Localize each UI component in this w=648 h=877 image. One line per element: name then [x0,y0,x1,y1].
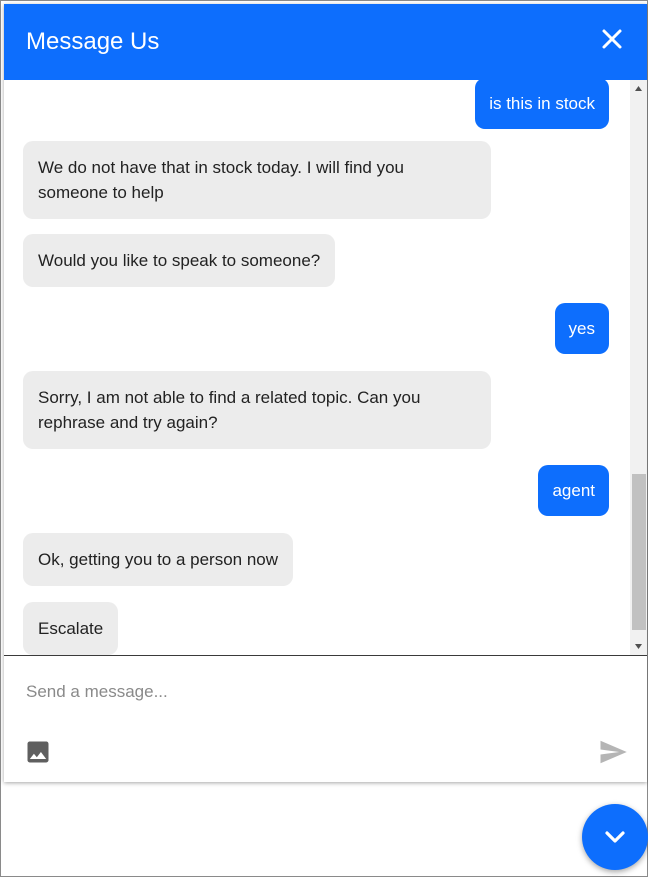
attach-image-button[interactable] [24,738,52,766]
message-input[interactable] [24,676,584,708]
chat-title: Message Us [26,28,160,55]
image-icon [27,741,49,763]
close-button[interactable] [597,24,627,54]
bot-message: Sorry, I am not able to find a related t… [23,371,491,449]
user-message: yes [554,303,609,354]
bot-message: We do not have that in stock today. I wi… [23,141,491,219]
message-composer [4,655,647,782]
send-icon [600,740,627,764]
scroll-down-arrow[interactable] [630,638,647,655]
close-icon [602,29,622,49]
bot-message: Would you like to speak to someone? [23,234,336,287]
bot-message: Ok, getting you to a person now [23,533,294,586]
message-scrollbar[interactable] [630,80,647,655]
bot-message: Escalate [23,602,119,655]
send-button[interactable] [597,737,629,767]
chat-header: Message Us [4,4,647,80]
message-list[interactable]: is this in stock We do not have that in … [4,80,647,655]
scroll-thumb[interactable] [632,474,646,630]
collapse-chat-button[interactable] [582,804,648,870]
scroll-up-arrow[interactable] [630,80,647,97]
chevron-down-icon [605,831,625,843]
user-message: is this in stock [475,80,609,129]
chat-widget: Message Us is this in stock We do not ha… [4,4,647,782]
page-frame: Message Us is this in stock We do not ha… [0,0,648,877]
user-message: agent [538,465,609,516]
